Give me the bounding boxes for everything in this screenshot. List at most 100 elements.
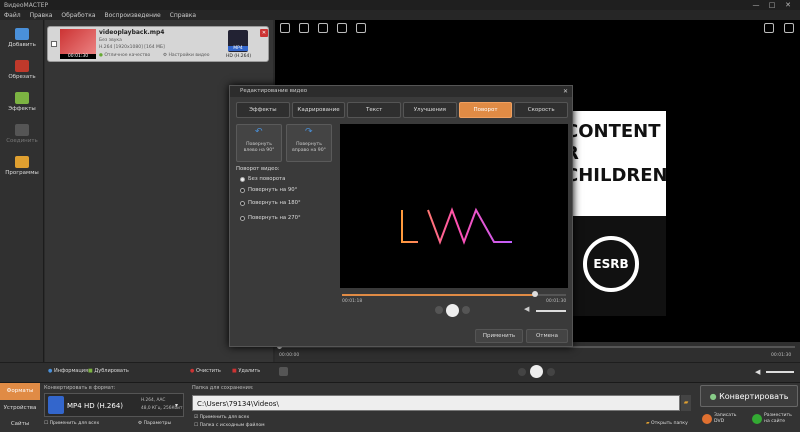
rotate-icon[interactable] [279,367,288,376]
menu-help[interactable]: Справка [170,12,196,19]
tab-sites[interactable]: Сайты [0,417,40,432]
title-bar: ВидеоМАСТЕР [0,0,800,10]
info-icon: ● [48,368,53,374]
menu-playback[interactable]: Воспроизведение [105,12,161,19]
duplicate-icon: ■ [88,368,93,374]
dialog-title: Редактирование видео [230,86,572,97]
folder-icon[interactable]: ▰ [681,395,691,411]
open-folder-button[interactable]: ▰ Открыть папку [646,421,688,426]
esrb-logo-box: ESRB [561,216,666,316]
radio-no-rotation[interactable]: Без поворота [240,176,285,182]
upload-site-button[interactable]: Разместить на сайте [750,409,798,431]
speed-icon[interactable] [356,23,366,33]
apply-button[interactable]: Применить [475,329,523,343]
format-label: HD (H.264) [226,54,252,59]
brightness-icon[interactable] [318,23,328,33]
tab-rotate[interactable]: Поворот [458,102,513,118]
clear-icon: ● [190,368,195,374]
maximize-button[interactable]: □ [766,0,778,10]
video-settings-link[interactable]: ⚙ Настройки видео [163,53,210,58]
dialog-next-button[interactable] [462,306,470,314]
quality-link[interactable]: ● Отличное качество [99,53,150,58]
dialog-tabs: Эффекты Кадрирование Текст Улучшения Пов… [236,102,569,118]
chevron-down-icon[interactable]: ▾ [175,402,178,409]
format-selector[interactable]: MP4 HD (H.264) H.264, AAC 48,0 КГц, 256К… [44,393,184,417]
radio-rotate-180[interactable]: Повернуть на 180° [240,200,301,206]
dialog-timeline-handle[interactable] [531,291,538,297]
delete-button[interactable]: ■ Удалить [232,368,260,374]
save-path-input[interactable]: C:\Users\79134\Videos\ [192,395,680,411]
tab-effects[interactable]: Эффекты [236,102,290,118]
effects-icon [15,92,29,104]
tab-devices[interactable]: Устройства [0,401,40,416]
trim-button[interactable]: Обрезать [3,58,41,90]
radio-dot [240,176,245,182]
menu-process[interactable]: Обработка [61,12,95,19]
file-audio: Без звука [99,38,122,43]
dialog-play-button[interactable] [446,304,459,317]
rotate-right-button[interactable]: ↷ Повернуть вправо на 90° [286,124,332,162]
tab-formats[interactable]: Форматы [0,383,40,400]
play-button[interactable] [530,365,543,378]
video-frame-graphic [401,207,512,245]
burn-dvd-button[interactable]: Записать DVD [700,409,748,431]
upload-icon [752,414,762,424]
sidebar: Добавить Обрезать Эффекты Соединить Прог… [0,20,44,382]
join-button[interactable]: Соединить [3,122,41,154]
dialog-time-current: 00:01:18 [342,299,363,304]
tab-crop[interactable]: Кадрирование [291,102,346,118]
apply-all-checkbox[interactable]: ☐ Применить для всех [44,421,99,426]
params-button[interactable]: ⚙ Параметры [138,419,182,429]
dialog-prev-button[interactable] [435,306,443,314]
volume-icon[interactable]: ◀ [755,368,760,376]
volume-slider[interactable] [766,371,794,373]
folder-open-icon: ▰ [646,421,650,426]
convert-button[interactable]: ● Конвертировать [700,385,798,407]
dialog-volume-icon[interactable]: ◀ [524,305,529,313]
close-button[interactable]: ✕ [782,0,794,10]
convert-icon: ● [709,392,717,401]
tab-enhance[interactable]: Улучшения [403,102,457,118]
file-item[interactable]: 00:01:30 videoplayback.mp4 Без звука H.2… [47,26,269,62]
format-name: MP4 HD (H.264) [67,402,124,410]
effects-button[interactable]: Эффекты [3,90,41,122]
minimize-button[interactable]: — [750,0,762,10]
crop-icon[interactable] [280,23,290,33]
film-add-icon [15,28,29,40]
apply-all-folder-checkbox[interactable]: ☑ Применить для всех [194,415,249,420]
prev-button[interactable] [518,368,526,376]
clear-button[interactable]: ● Очистить [190,368,221,374]
menu-edit[interactable]: Правка [30,12,53,19]
format-icon[interactable]: MP4 [228,30,248,52]
main-time-end: 00:01:30 [771,353,792,358]
rotate-heading: Поворот видео: [236,166,280,172]
window-title: ВидеоМАСТЕР [4,1,49,9]
programs-button[interactable]: Программы [3,154,41,186]
source-folder-checkbox[interactable]: ☐ Папка с исходным файлом [194,423,265,428]
rotate-left-button[interactable]: ↶ Повернуть влево на 90° [236,124,282,162]
snapshot-icon[interactable] [299,23,309,33]
dialog-close-icon[interactable]: ✕ [561,87,570,96]
file-checkbox[interactable] [51,41,57,47]
tab-speed[interactable]: Скорость [514,102,569,118]
convert-format-label: Конвертировать в формат: [44,385,116,391]
add-button[interactable]: Добавить [3,26,41,58]
fullscreen-icon[interactable] [784,23,794,33]
next-button[interactable] [547,368,555,376]
menu-file[interactable]: Файл [4,12,21,19]
cancel-button[interactable]: Отмена [526,329,568,343]
rotate-left-icon: ↶ [255,127,263,137]
info-button[interactable]: ● Информация [48,368,88,374]
tab-text[interactable]: Текст [347,102,402,118]
scissors-icon [15,60,29,72]
radio-dot [240,215,245,221]
record-icon[interactable] [337,23,347,33]
radio-rotate-90[interactable]: Повернуть на 90° [240,187,297,193]
dialog-time-total: 00:01:30 [546,299,567,304]
dialog-volume-slider[interactable] [536,310,566,312]
remove-file-icon[interactable]: ✕ [260,29,268,37]
radio-rotate-270[interactable]: Повернуть на 270° [240,215,301,221]
duplicate-button[interactable]: ■ Дублировать [88,368,129,374]
dvd-icon [702,414,712,424]
aspect-icon[interactable] [764,23,774,33]
